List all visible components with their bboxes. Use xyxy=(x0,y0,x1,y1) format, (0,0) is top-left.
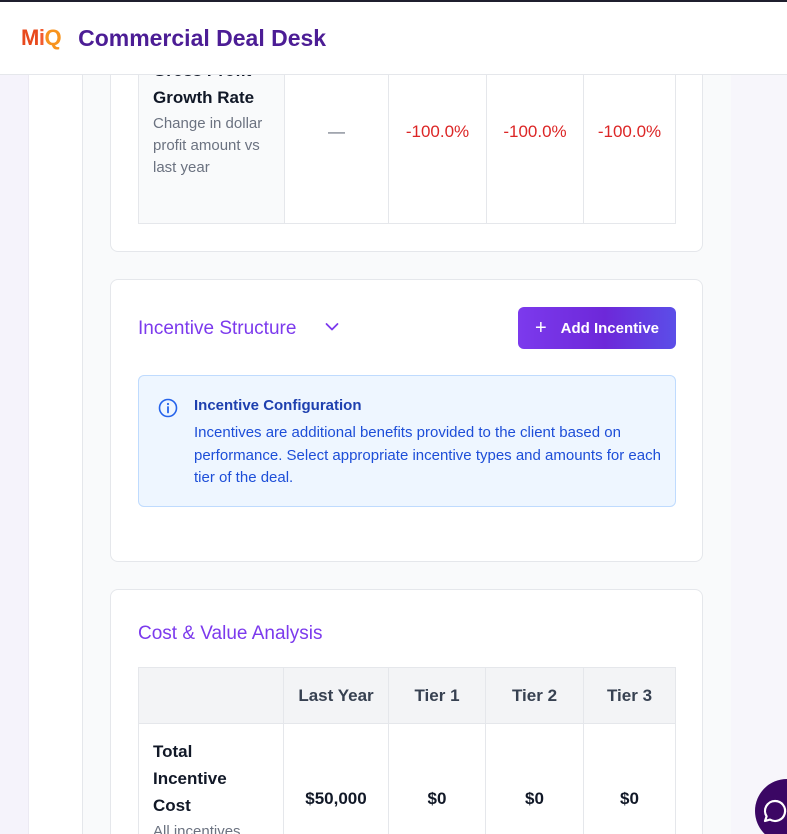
add-incentive-label: Add Incentive xyxy=(560,319,660,337)
column-header-tier2: Tier 2 xyxy=(485,667,584,724)
table-header-row: Last Year Tier 1 Tier 2 Tier 3 xyxy=(138,667,676,724)
plus-icon: + xyxy=(534,317,547,339)
tier1-cell: $0 xyxy=(388,723,486,834)
last-year-cell: $50,000 xyxy=(283,723,389,834)
metric-description: All incentives applied to this xyxy=(153,823,241,834)
tier2-cell: $0 xyxy=(485,723,584,834)
chat-button[interactable] xyxy=(755,779,787,834)
column-header xyxy=(138,667,284,724)
metric-name: Total Incentive Cost xyxy=(153,742,227,815)
miq-logo[interactable]: MiQ xyxy=(21,25,62,51)
column-header-tier1: Tier 1 xyxy=(388,667,486,724)
left-rail xyxy=(0,75,28,834)
metric-label-cell: Total Incentive Cost All incentives appl… xyxy=(138,723,284,834)
app-title: Commercial Deal Desk xyxy=(78,24,327,51)
cost-section-title: Cost & Value Analysis xyxy=(138,623,323,644)
table-row: Total Incentive Cost All incentives appl… xyxy=(138,723,676,834)
logo-letter-q: Q xyxy=(44,25,62,50)
chat-icon xyxy=(763,799,787,823)
top-bar: MiQ Commercial Deal Desk xyxy=(0,0,787,75)
info-icon xyxy=(158,398,178,418)
cost-value-card: Cost & Value Analysis Last Year Tier 1 T… xyxy=(110,589,703,834)
cost-table: Last Year Tier 1 Tier 2 Tier 3 Total Inc… xyxy=(138,667,676,834)
tier3-cell: $0 xyxy=(583,723,676,834)
info-title: Incentive Configuration xyxy=(194,397,362,414)
incentive-section-title[interactable]: Incentive Structure xyxy=(138,318,296,340)
info-text: Incentives are additional benefits provi… xyxy=(194,424,661,486)
chevron-down-icon[interactable] xyxy=(325,322,339,332)
add-incentive-button[interactable]: + Add Incentive xyxy=(518,307,676,349)
incentive-info-box: Incentive Configuration Incentives are a… xyxy=(138,375,676,507)
incentive-structure-card: Incentive Structure + Add Incentive Ince… xyxy=(110,279,703,562)
metric-description: Change in dollar profit amount vs last y… xyxy=(153,115,263,176)
column-header-tier3: Tier 3 xyxy=(583,667,676,724)
logo-letter-m: M xyxy=(21,25,39,50)
column-header-last-year: Last Year xyxy=(283,667,389,724)
